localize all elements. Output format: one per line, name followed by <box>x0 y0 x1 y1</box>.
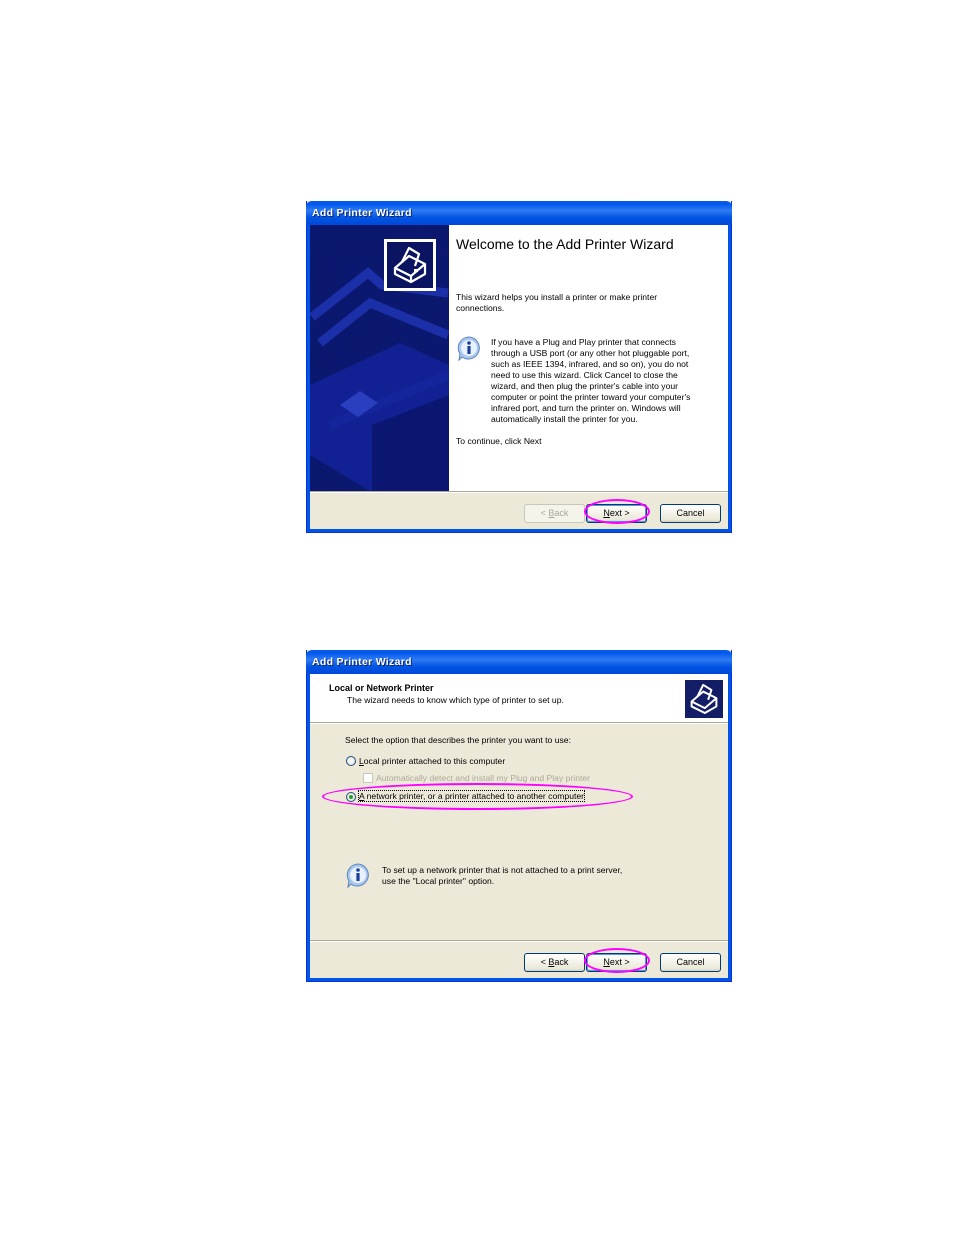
plug-and-play-info-text: If you have a Plug and Play printer that… <box>491 337 691 424</box>
page-title: Local or Network Printer <box>329 683 434 693</box>
window-title: Add Printer Wizard <box>312 656 412 668</box>
option-prompt: Select the option that describes the pri… <box>345 735 571 745</box>
back-button[interactable]: < Back <box>524 504 585 523</box>
button-separator <box>310 940 728 942</box>
printer-icon <box>684 679 724 719</box>
wizard-content: Welcome to the Add Printer Wizard This w… <box>449 225 728 491</box>
wizard-header: Local or Network Printer The wizard need… <box>310 674 728 722</box>
network-info-line-2: use the "Local printer" option. <box>382 876 495 886</box>
network-info-line-1: To set up a network printer that is not … <box>382 865 623 875</box>
window-title: Add Printer Wizard <box>312 207 412 219</box>
auto-detect-pnp-checkbox[interactable] <box>363 773 373 783</box>
add-printer-wizard-type-dialog: Add Printer Wizard Local or Network Prin… <box>306 650 732 982</box>
continue-instruction: To continue, click Next <box>456 436 542 446</box>
network-printer-label[interactable]: A network printer, or a printer attached… <box>357 790 586 802</box>
page-subtitle: The wizard needs to know which type of p… <box>347 695 564 705</box>
window-frame-bottom <box>307 978 731 981</box>
cancel-button[interactable]: Cancel <box>660 953 721 972</box>
wizard-sidebar-graphic <box>310 225 449 491</box>
printer-icon <box>384 239 436 291</box>
button-separator <box>310 491 728 493</box>
intro-text: This wizard helps you install a printer … <box>456 292 658 313</box>
next-button[interactable]: Next > <box>586 504 647 523</box>
back-button[interactable]: < Back <box>524 953 585 972</box>
wizard-heading: Welcome to the Add Printer Wizard <box>456 236 674 252</box>
network-printer-radio[interactable] <box>346 792 356 802</box>
title-bar[interactable]: Add Printer Wizard <box>306 201 732 225</box>
local-printer-radio[interactable] <box>346 756 356 766</box>
cancel-button[interactable]: Cancel <box>660 504 721 523</box>
window-frame-bottom <box>307 529 731 532</box>
info-icon <box>345 862 371 889</box>
title-bar[interactable]: Add Printer Wizard <box>306 650 732 674</box>
window-frame-right <box>728 674 731 981</box>
next-button[interactable]: Next > <box>586 953 647 972</box>
header-separator <box>310 722 728 724</box>
info-icon <box>456 335 482 362</box>
auto-detect-pnp-label: Automatically detect and install my Plug… <box>376 773 590 783</box>
local-printer-label[interactable]: Local printer attached to this computer <box>359 756 505 766</box>
add-printer-wizard-welcome-dialog: Add Printer Wizard Welcome to the Add Pr… <box>306 201 732 533</box>
window-frame-right <box>728 225 731 532</box>
